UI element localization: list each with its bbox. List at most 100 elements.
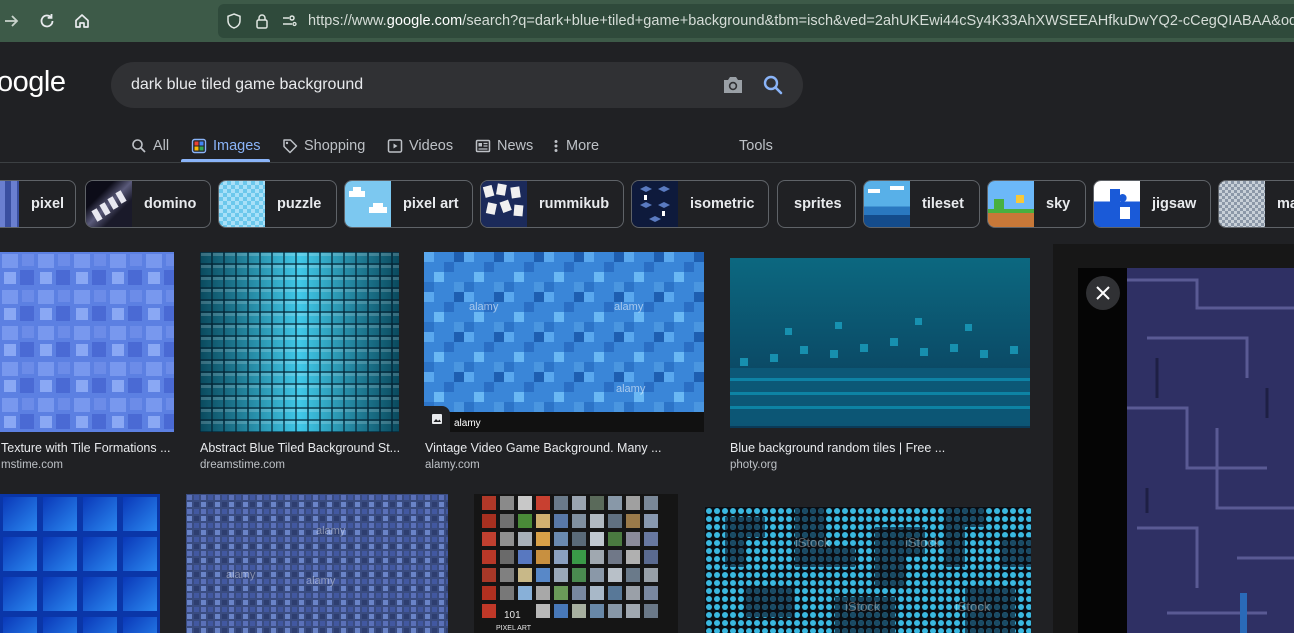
chip-jigsaw[interactable]: jigsaw bbox=[1093, 180, 1211, 228]
chip-puzzle[interactable]: puzzle bbox=[218, 180, 337, 228]
chip-thumbnail bbox=[864, 181, 910, 227]
result-image[interactable] bbox=[730, 258, 1030, 428]
url-domain: google.com bbox=[386, 13, 463, 29]
chip-domino[interactable]: domino bbox=[85, 180, 211, 228]
watermark: iStock bbox=[845, 599, 881, 614]
result-image[interactable]: alamy alamy alamy alamy bbox=[424, 252, 704, 432]
watermark: alamy bbox=[616, 383, 646, 395]
result-source: dreamstime.com bbox=[200, 459, 285, 471]
result-image[interactable] bbox=[0, 494, 160, 633]
chip-tileset[interactable]: tileset bbox=[863, 180, 980, 228]
tab-images[interactable]: Images bbox=[191, 131, 261, 161]
tools-label: Tools bbox=[739, 138, 773, 154]
browser-toolbar: https://www.google.com/search?q=dark+blu… bbox=[0, 0, 1294, 42]
tab-more-label: More bbox=[566, 138, 600, 154]
permissions-icon[interactable] bbox=[280, 12, 298, 30]
tools-button[interactable]: Tools bbox=[739, 131, 773, 161]
chip-label: jigsaw bbox=[1152, 196, 1197, 212]
forward-icon[interactable] bbox=[0, 9, 24, 33]
watermark: alamy bbox=[306, 575, 336, 587]
search-input[interactable]: dark blue tiled game background bbox=[131, 76, 363, 94]
camera-icon[interactable] bbox=[721, 74, 745, 96]
url-bar[interactable]: https://www.google.com/search?q=dark+blu… bbox=[218, 4, 1294, 38]
home-icon[interactable] bbox=[70, 9, 94, 33]
browser-window: https://www.google.com/search?q=dark+blu… bbox=[0, 0, 1294, 633]
result-title[interactable]: Abstract Blue Tiled Background St... bbox=[200, 441, 399, 455]
image-icon bbox=[191, 138, 207, 154]
chip-pixel-art[interactable]: pixel art bbox=[344, 180, 473, 228]
result-source: mstime.com bbox=[1, 459, 63, 471]
pixel-art-caption: PIXEL ART bbox=[496, 625, 532, 632]
result-source: photy.org bbox=[730, 459, 778, 471]
url-path: /search?q=dark+blue+tiled+game+backgroun… bbox=[462, 13, 1294, 29]
chip-pixel[interactable]: pixel bbox=[0, 180, 76, 228]
chip-thumbnail bbox=[219, 181, 265, 227]
image-type-icon bbox=[424, 406, 450, 432]
chip-isometric[interactable]: isometric bbox=[631, 180, 769, 228]
watermark: iStock bbox=[955, 599, 991, 614]
chip-thumbnail bbox=[1094, 181, 1140, 227]
tab-shopping-label: Shopping bbox=[304, 138, 366, 154]
more-vert-icon bbox=[552, 138, 560, 154]
shield-icon[interactable] bbox=[225, 12, 243, 30]
result-title[interactable]: Texture with Tile Formations ... bbox=[1, 441, 175, 455]
tab-news[interactable]: News bbox=[475, 131, 533, 161]
chip-label: isometric bbox=[690, 196, 755, 212]
tab-more[interactable]: More bbox=[552, 131, 599, 161]
watermark: alamy bbox=[614, 301, 644, 313]
close-preview-button[interactable] bbox=[1086, 276, 1120, 310]
result-image[interactable]: 101 PIXEL ART bbox=[474, 494, 678, 633]
watermark: alamy bbox=[226, 569, 256, 581]
tag-icon bbox=[282, 138, 298, 154]
news-icon bbox=[475, 138, 491, 154]
result-source: alamy.com bbox=[425, 459, 480, 471]
tabs-divider bbox=[0, 162, 1294, 163]
chip-label: rummikub bbox=[539, 196, 610, 212]
play-icon bbox=[387, 138, 403, 154]
search-icon[interactable] bbox=[762, 74, 784, 96]
chip-thumbnail bbox=[345, 181, 391, 227]
tab-videos-label: Videos bbox=[409, 138, 454, 154]
preview-panel-edge bbox=[1078, 268, 1128, 633]
result-image[interactable]: alamy alamy alamy bbox=[186, 494, 448, 633]
result-title[interactable]: Blue background random tiles | Free ... bbox=[730, 441, 1030, 455]
chip-rummikub[interactable]: rummikub bbox=[480, 180, 624, 228]
watermark: iStock bbox=[795, 535, 831, 550]
watermark: alamy bbox=[469, 301, 499, 313]
google-logo[interactable]: oogle bbox=[0, 66, 66, 99]
chip-thumbnail bbox=[988, 181, 1034, 227]
chip-thumbnail bbox=[0, 181, 19, 227]
tab-images-label: Images bbox=[213, 138, 261, 154]
chip-thumbnail bbox=[1219, 181, 1265, 227]
chip-label: tileset bbox=[922, 196, 964, 212]
chip-thumbnail bbox=[481, 181, 527, 227]
result-title[interactable]: Vintage Video Game Background. Many ... bbox=[425, 441, 705, 455]
watermark: alamy bbox=[316, 525, 346, 537]
close-icon bbox=[1095, 285, 1111, 301]
tab-shopping[interactable]: Shopping bbox=[282, 131, 365, 161]
chip-sprites[interactable]: sprites bbox=[777, 180, 856, 228]
result-image[interactable] bbox=[0, 252, 174, 432]
url-text[interactable]: https://www.google.com/search?q=dark+blu… bbox=[308, 13, 1294, 29]
result-image[interactable]: iStock iStock iStock iStock bbox=[705, 507, 1031, 633]
chip-label: sprites bbox=[794, 196, 842, 212]
watermark: alamy bbox=[454, 418, 481, 429]
tab-videos[interactable]: Videos bbox=[387, 131, 453, 161]
chip-label: pixel art bbox=[403, 196, 459, 212]
pixel-art-number: 101 bbox=[504, 610, 521, 621]
reload-icon[interactable] bbox=[35, 9, 59, 33]
chip-label: pixel bbox=[31, 196, 65, 212]
tab-news-label: News bbox=[497, 138, 534, 154]
chip-label: ma bbox=[1277, 196, 1294, 212]
chip-thumbnail bbox=[632, 181, 678, 227]
chip-label: domino bbox=[144, 196, 197, 212]
chip-ma[interactable]: ma bbox=[1218, 180, 1294, 228]
tab-all[interactable]: All bbox=[131, 131, 169, 161]
lock-icon[interactable] bbox=[253, 12, 271, 30]
search-icon bbox=[131, 138, 147, 154]
tab-all-label: All bbox=[153, 138, 170, 154]
chip-sky[interactable]: sky bbox=[987, 180, 1086, 228]
preview-image[interactable] bbox=[1127, 268, 1294, 633]
search-box[interactable]: dark blue tiled game background bbox=[111, 62, 803, 108]
result-image[interactable] bbox=[200, 252, 399, 432]
